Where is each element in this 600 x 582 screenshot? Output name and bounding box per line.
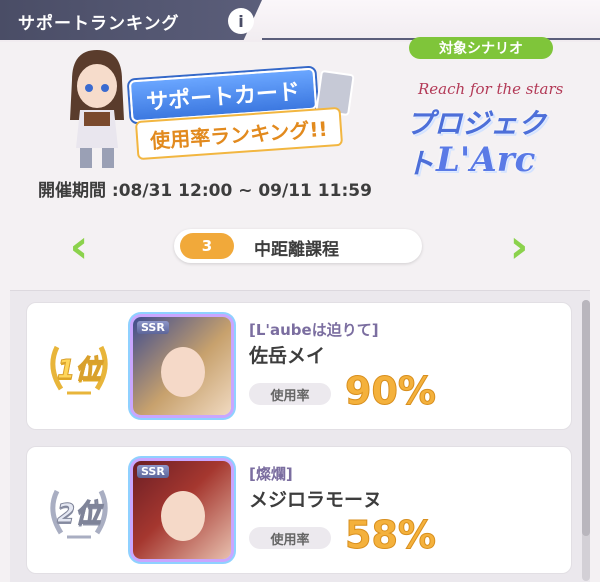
usage-label: 使用率 [249, 383, 331, 405]
page-title: サポートランキング [18, 14, 180, 34]
banner-title: サポートカード 使用率ランキング!! [120, 64, 355, 161]
character-face [161, 491, 205, 541]
rarity-badge: SSR [137, 321, 169, 334]
category-name: 中距離課程 [254, 240, 339, 260]
category-number: 3 [180, 233, 234, 259]
ranking-row[interactable]: 2位 SSR [燦爛] メジロラモーヌ 使用率 58% [26, 446, 572, 574]
scrollbar[interactable] [582, 300, 590, 581]
event-period: 開催期間 :08/31 12:00 ~ 09/11 11:59 [38, 181, 372, 201]
scenario-badge: 対象シナリオ [409, 37, 553, 59]
character-face [161, 347, 205, 397]
header-bar: サポートランキング i [0, 0, 600, 42]
card-title: [燦爛] [249, 465, 293, 483]
character-name: メジロラモーヌ [249, 489, 383, 511]
rank-label: 1位 [56, 355, 102, 386]
ranking-row[interactable]: 1位 SSR [L'aubeは迫りて] 佐岳メイ 使用率 90% [26, 302, 572, 430]
card-portrait[interactable]: SSR [133, 317, 231, 415]
scenario-name-line2: L'Arc [436, 140, 536, 180]
scrollbar-thumb[interactable] [582, 300, 590, 536]
rarity-badge: SSR [137, 465, 169, 478]
card-portrait[interactable]: SSR [133, 461, 231, 559]
info-button[interactable]: i [228, 8, 254, 34]
category-selector: 3 中距離課程 [174, 229, 422, 263]
chevron-left-icon[interactable]: ‹ [64, 223, 94, 269]
gold-medal-icon: 1位 [47, 337, 111, 397]
character-name: 佐岳メイ [249, 345, 326, 367]
rank-label: 2位 [56, 499, 102, 530]
chevron-right-icon[interactable]: › [504, 223, 534, 269]
scenario-tagline: Reach for the stars [418, 80, 564, 98]
card-title: [L'aubeは迫りて] [249, 321, 379, 339]
usage-value: 90% [345, 369, 437, 414]
silver-medal-icon: 2位 [47, 481, 111, 541]
usage-label: 使用率 [249, 527, 331, 549]
usage-value: 58% [345, 513, 437, 558]
scenario-logo: Reach for the stars プロジェクト L'Arc [388, 74, 568, 186]
